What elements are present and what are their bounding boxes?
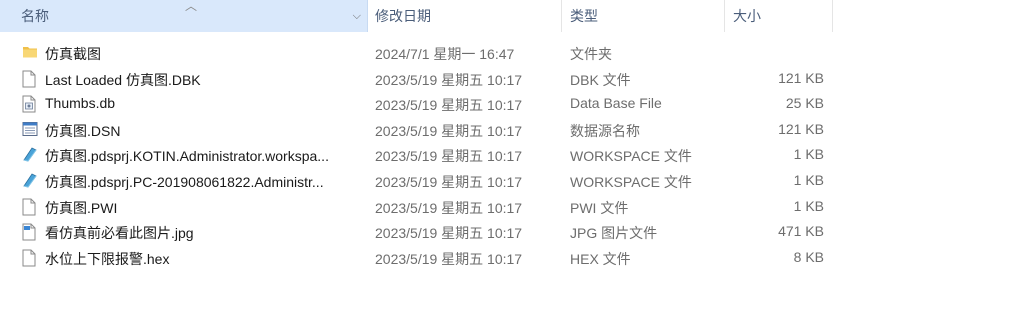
- file-type: JPG 图片文件: [570, 225, 658, 242]
- file-size: 1 KB: [793, 197, 824, 214]
- column-header-date[interactable]: 修改日期: [368, 0, 562, 32]
- file-date: 2024/7/1 星期一 16:47: [375, 46, 515, 62]
- file-name: 仿真图.pdsprj.KOTIN.Administrator.workspa..…: [45, 148, 329, 165]
- chevron-down-icon[interactable]: ⌵: [353, 9, 361, 23]
- file-type: HEX 文件: [570, 250, 631, 267]
- file-name: 仿真图.DSN: [45, 122, 121, 139]
- file-size: 25 KB: [785, 95, 824, 112]
- dsn-file-icon: [22, 121, 38, 139]
- file-row[interactable]: Last Loaded 仿真图.DBK 2023/5/19 星期五 10:17 DB…: [0, 66, 1024, 92]
- file-date: 2023/5/19 星期五 10:17: [375, 250, 523, 267]
- workspace-file-icon: [22, 172, 38, 190]
- file-type: WORKSPACE 文件: [570, 173, 692, 190]
- file-row[interactable]: 仿真图.pdsprj.KOTIN.Administrator.workspa..…: [0, 142, 1024, 168]
- folder-icon: [22, 44, 38, 62]
- column-header-type[interactable]: 类型: [562, 0, 725, 32]
- file-date: 2023/5/19 星期五 10:17: [375, 225, 523, 242]
- column-header-size-label: 大小: [733, 8, 761, 24]
- file-date: 2023/5/19 星期五 10:17: [375, 173, 523, 190]
- file-date: 2023/5/19 星期五 10:17: [375, 199, 523, 216]
- file-size: 1 KB: [793, 146, 824, 163]
- file-date: 2023/5/19 星期五 10:17: [375, 71, 523, 88]
- image-file-icon: [22, 223, 38, 241]
- file-name: 仿真截图: [45, 46, 101, 62]
- file-row[interactable]: 看仿真前必看此图片.jpg 2023/5/19 星期五 10:17 JPG 图片文件…: [0, 219, 1024, 245]
- column-header-name[interactable]: 名称 ︿ ⌵: [0, 0, 368, 32]
- file-icon: [22, 70, 38, 88]
- file-name: 看仿真前必看此图片.jpg: [45, 225, 194, 242]
- file-type: 数据源名称: [570, 122, 640, 139]
- file-name: 水位上下限报警.hex: [45, 250, 170, 267]
- file-size: 121 KB: [778, 69, 824, 86]
- column-header: 名称 ︿ ⌵ 修改日期 类型 大小: [0, 0, 1024, 32]
- file-size: 8 KB: [793, 248, 824, 265]
- file-date: 2023/5/19 星期五 10:17: [375, 122, 523, 139]
- file-name: 仿真图.PWI: [45, 199, 118, 216]
- file-row[interactable]: 仿真图.pdsprj.PC-201908061822.Administr... 2…: [0, 168, 1024, 194]
- workspace-file-icon: [22, 146, 38, 164]
- column-header-size[interactable]: 大小: [725, 0, 833, 32]
- file-type: Data Base File: [570, 95, 662, 112]
- file-row[interactable]: 仿真图.PWI 2023/5/19 星期五 10:17 PWI 文件 1 KB: [0, 194, 1024, 220]
- file-name: 仿真图.pdsprj.PC-201908061822.Administr...: [45, 173, 324, 190]
- file-type: WORKSPACE 文件: [570, 148, 692, 165]
- file-row[interactable]: Thumbs.db 2023/5/19 星期五 10:17 Data Base Fi…: [0, 91, 1024, 117]
- file-size: 471 KB: [778, 223, 824, 240]
- column-header-type-label: 类型: [570, 8, 598, 24]
- file-size: 121 KB: [778, 120, 824, 137]
- file-list: 仿真截图 2024/7/1 星期一 16:47 文件夹 Last Loaded 仿真图…: [0, 40, 1024, 270]
- file-icon: [22, 198, 38, 216]
- column-header-date-label: 修改日期: [375, 8, 431, 24]
- file-row[interactable]: 水位上下限报警.hex 2023/5/19 星期五 10:17 HEX 文件 8 KB: [0, 245, 1024, 271]
- file-name: Thumbs.db: [45, 95, 116, 112]
- file-icon: [22, 249, 38, 267]
- file-date: 2023/5/19 星期五 10:17: [375, 148, 523, 165]
- file-type: 文件夹: [570, 46, 612, 62]
- file-date: 2023/5/19 星期五 10:17: [375, 97, 523, 114]
- file-row[interactable]: 仿真截图 2024/7/1 星期一 16:47 文件夹: [0, 40, 1024, 66]
- column-header-name-label: 名称: [21, 8, 49, 24]
- sort-ascending-icon: ︿: [185, 0, 198, 13]
- file-size: 1 KB: [793, 171, 824, 188]
- file-type: PWI 文件: [570, 199, 629, 216]
- database-file-icon: [22, 95, 38, 113]
- file-type: DBK 文件: [570, 71, 631, 88]
- file-row[interactable]: 仿真图.DSN 2023/5/19 星期五 10:17 数据源名称 121 KB: [0, 117, 1024, 143]
- file-name: Last Loaded 仿真图.DBK: [45, 71, 201, 88]
